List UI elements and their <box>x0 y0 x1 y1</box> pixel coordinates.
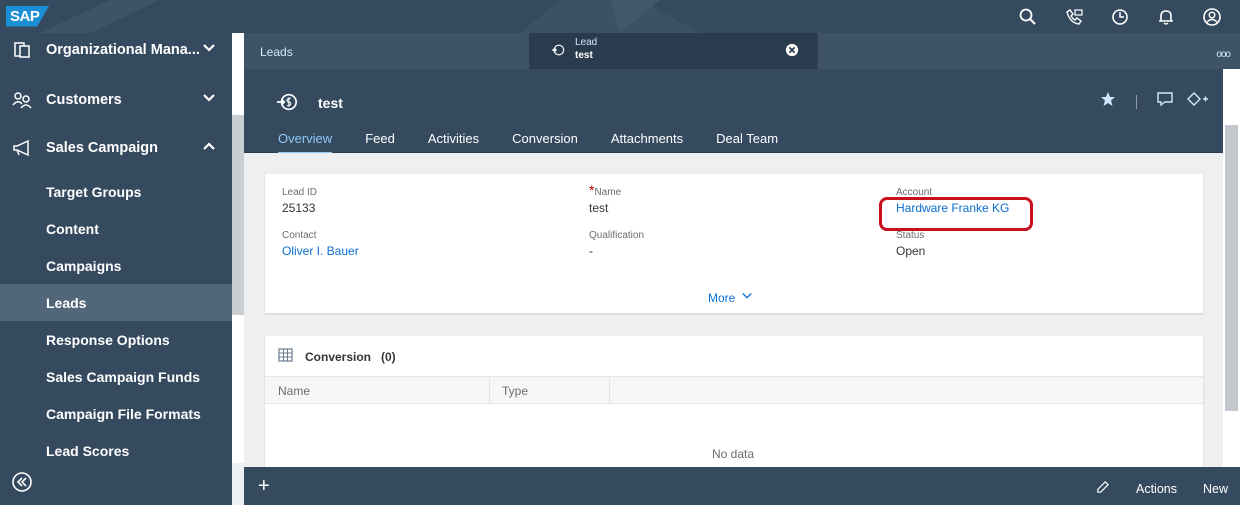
collapse-nav-icon[interactable] <box>10 470 34 494</box>
field-label: Lead ID <box>282 187 318 198</box>
sap-logo[interactable]: SAP <box>6 5 50 27</box>
field-label: Contact <box>282 230 317 241</box>
add-icon[interactable]: + <box>258 475 270 498</box>
tab-activities[interactable]: Activities <box>428 131 479 154</box>
sidebar-item-leads[interactable]: Leads <box>0 284 232 321</box>
account-highlight-box <box>879 197 1033 231</box>
sidebar-item-sales-campaign-funds[interactable]: Sales Campaign Funds <box>0 358 232 395</box>
tab-overflow-icon[interactable]: ooo <box>1216 49 1231 60</box>
sidebar-item-label: Sales Campaign <box>46 140 159 156</box>
sidebar-item-content[interactable]: Content <box>0 210 232 247</box>
sidebar-item-sales-campaign[interactable]: Sales Campaign <box>0 124 232 172</box>
sidebar-item-label: Leads <box>46 294 87 311</box>
sidebar-item-organizational-management[interactable]: Organizational Mana... <box>0 26 232 74</box>
object-header: test Overview Feed Activities Conversion… <box>244 69 1223 154</box>
content-scrollbar[interactable] <box>1223 69 1240 467</box>
lead-icon <box>276 91 298 118</box>
column-header-type[interactable]: Type <box>502 384 528 398</box>
column-header-name[interactable]: Name <box>278 384 310 398</box>
tab-feed[interactable]: Feed <box>365 131 395 154</box>
chat-icon[interactable] <box>1062 5 1086 29</box>
tab-attachments[interactable]: Attachments <box>611 131 683 154</box>
sidebar-item-lead-scores[interactable]: Lead Scores <box>0 432 232 469</box>
sidebar-item-label: Organizational Mana... <box>46 42 200 58</box>
tab-deal-team[interactable]: Deal Team <box>716 131 778 154</box>
sidebar-item-label: Customers <box>46 92 122 108</box>
chevron-down-icon <box>741 290 753 305</box>
field-value: 25133 <box>282 201 316 215</box>
sidebar-item-target-groups[interactable]: Target Groups <box>0 173 232 210</box>
sidebar-item-label: Response Options <box>46 331 170 348</box>
field-label: Name <box>594 187 622 198</box>
sidebar-item-label: Content <box>46 220 99 237</box>
lead-icon <box>551 43 565 62</box>
customers-icon <box>12 90 38 110</box>
no-data-text: No data <box>712 447 755 461</box>
close-icon[interactable] <box>785 43 799 62</box>
new-button[interactable]: New <box>1203 482 1228 496</box>
search-icon[interactable] <box>1016 5 1040 29</box>
object-title: test <box>318 95 343 111</box>
comment-icon[interactable] <box>1157 91 1173 112</box>
field-value: Open <box>896 244 926 258</box>
name-field: *Name test <box>589 182 621 215</box>
tab-lead-test[interactable]: Lead test <box>529 33 816 69</box>
lead-id-field: Lead ID 25133 <box>282 187 317 215</box>
more-button[interactable]: More <box>708 290 753 305</box>
status-field: Status Open <box>896 230 925 258</box>
footer-toolbar: + Actions New <box>244 467 1240 505</box>
tag-add-icon[interactable] <box>1187 91 1209 112</box>
bell-icon[interactable] <box>1154 5 1178 29</box>
sidebar-item-campaign-file-formats[interactable]: Campaign File Formats <box>0 395 232 432</box>
tab-overview[interactable]: Overview <box>278 131 333 154</box>
sidebar-item-label: Target Groups <box>46 183 142 200</box>
chevron-down-icon <box>202 41 218 59</box>
overview-card: Lead ID 25133 *Name test Account Hardwar… <box>265 174 1203 313</box>
sidebar-item-campaigns[interactable]: Campaigns <box>0 247 232 284</box>
qualification-field: Qualification - <box>589 230 644 258</box>
table-grid-icon <box>277 346 295 367</box>
contact-field: Contact Oliver I. Bauer <box>282 230 359 258</box>
field-label: Qualification <box>589 230 645 241</box>
object-tabbar: Leads Lead test ooo <box>244 33 1240 69</box>
field-label: Status <box>896 230 925 241</box>
header-divider <box>1136 94 1137 109</box>
actions-button[interactable]: Actions <box>1136 482 1177 496</box>
tab-conversion[interactable]: Conversion <box>512 131 578 154</box>
user-icon[interactable] <box>1200 5 1224 29</box>
tab-name-label: test <box>575 50 593 61</box>
conversion-card: Conversion (0) Name Type No data <box>265 336 1203 467</box>
sidebar-item-label: Campaign File Formats <box>46 405 201 422</box>
table-header: Name Type <box>265 376 1203 405</box>
field-value: - <box>589 244 593 258</box>
side-nav-scrollbar[interactable] <box>232 33 244 463</box>
org-icon <box>12 40 38 60</box>
conversion-title: Conversion <box>305 349 372 364</box>
tab-separator <box>816 33 818 69</box>
star-icon[interactable] <box>1100 91 1116 112</box>
sidebar-item-customers[interactable]: Customers <box>0 76 232 124</box>
edit-icon[interactable] <box>1095 480 1110 498</box>
tab-type-label: Lead <box>575 37 598 48</box>
sidebar-item-label: Lead Scores <box>46 442 130 459</box>
sidebar-item-label: Campaigns <box>46 257 122 274</box>
clock-icon[interactable] <box>1108 5 1132 29</box>
sidebar-item-response-options[interactable]: Response Options <box>0 321 232 358</box>
megaphone-icon <box>12 138 38 158</box>
contact-link[interactable]: Oliver I. Bauer <box>282 244 359 258</box>
chevron-up-icon <box>202 139 218 157</box>
chevron-down-icon <box>202 91 218 109</box>
sidebar-item-label: Sales Campaign Funds <box>46 368 201 385</box>
more-label: More <box>708 290 736 305</box>
conversion-count: (0) <box>381 349 396 364</box>
field-value: test <box>589 201 609 215</box>
tab-leads[interactable]: Leads <box>244 33 527 69</box>
